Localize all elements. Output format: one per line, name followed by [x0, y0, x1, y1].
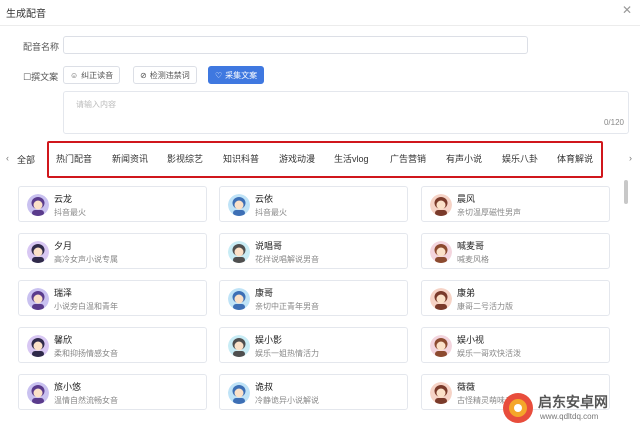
voice-name: 说唱哥: [255, 241, 283, 251]
check-banned-words-button[interactable]: ⊘ 检测违禁词: [133, 66, 197, 84]
watermark-text: 启东安卓网: [538, 394, 608, 410]
voice-description: 冷静诡异小说解说: [255, 396, 319, 405]
tab-sports[interactable]: 体育解说: [557, 152, 593, 165]
voice-name: 娱小影: [255, 335, 283, 345]
voice-description: 抖音最火: [54, 208, 86, 217]
tab-all[interactable]: 全部: [17, 153, 35, 166]
char-counter: 0/120: [603, 118, 624, 127]
voice-card[interactable]: 喊麦哥 喊麦风格: [421, 233, 610, 269]
tab-audiobook[interactable]: 有声小说: [446, 152, 482, 165]
avatar: [228, 382, 250, 404]
tab-news[interactable]: 新闻资讯: [112, 152, 148, 165]
avatar: [27, 335, 49, 357]
voice-name: 康弟: [457, 288, 476, 298]
voice-name: 旅小悠: [54, 382, 82, 392]
voice-name: 康哥: [255, 288, 274, 298]
voice-description: 喊麦风格: [457, 255, 489, 264]
heart-icon: ♡: [215, 70, 223, 80]
voice-card[interactable]: 娱小视娱乐一哥欢快活泼: [421, 327, 610, 363]
voice-card[interactable]: 瑞泽小说旁白温和青年: [18, 280, 207, 316]
voice-description: 高冷女声小说专属: [54, 255, 118, 264]
avatar: [228, 194, 250, 216]
voice-description: 小说旁白温和青年: [54, 302, 118, 311]
scrollbar[interactable]: [624, 180, 628, 204]
tab-science[interactable]: 知识科普: [223, 152, 259, 165]
voice-card[interactable]: 旅小悠温情自然流畅女音: [18, 374, 207, 410]
voice-card[interactable]: 康哥亲切中正青年男音: [219, 280, 408, 316]
voice-name: 瑞泽: [54, 288, 73, 298]
voice-name: 云龙: [54, 194, 73, 204]
voice-name: 诡叔: [255, 382, 274, 392]
avatar: [430, 288, 452, 310]
voice-name: 云依: [255, 194, 274, 204]
chevron-right-icon[interactable]: ›: [629, 153, 632, 163]
voice-name: 薇薇: [457, 382, 476, 392]
voice-description: 康哥二号活力版: [457, 302, 513, 311]
voice-description: 亲切中正青年男音: [255, 302, 319, 311]
avatar: [27, 241, 49, 263]
voice-card[interactable]: 康弟 康哥二号活力版: [421, 280, 610, 316]
tab-hot[interactable]: 热门配音: [56, 152, 92, 165]
voice-card[interactable]: 云龙 抖音最火: [18, 186, 207, 222]
category-tabs: ‹ 全部 热门配音 新闻资讯 影视综艺 知识科普 游戏动漫 生活vlog 广告营…: [0, 140, 640, 178]
watermark-url: www.qdltdq.com: [540, 412, 599, 421]
voice-card[interactable]: 云依 抖音最火: [219, 186, 408, 222]
name-label: 配音名称: [23, 42, 60, 52]
ban-icon: ⊘: [140, 70, 147, 80]
collect-copy-button[interactable]: ♡ 采集文案: [208, 66, 265, 84]
voice-card[interactable]: 娱小影娱乐一姐热情活力: [219, 327, 408, 363]
voice-name: 馨欣: [54, 335, 73, 345]
watermark-logo-icon: [503, 393, 533, 423]
voice-name: 娱小视: [457, 335, 485, 345]
voice-card[interactable]: 诡叔冷静诡异小说解说: [219, 374, 408, 410]
smile-circle-icon: ☺: [70, 70, 79, 80]
avatar: [430, 335, 452, 357]
correct-pronunciation-button[interactable]: ☺ 纠正读音: [63, 66, 121, 84]
avatar: [27, 288, 49, 310]
avatar: [228, 335, 250, 357]
tab-entertainment[interactable]: 娱乐八卦: [502, 152, 538, 165]
avatar: [27, 194, 49, 216]
text-label: ☐撰文案: [23, 72, 59, 82]
content-textarea[interactable]: 请输入内容 0/120: [63, 91, 629, 134]
voice-card[interactable]: 说唱哥花样说唱解说男音: [219, 233, 408, 269]
voice-description: 亲切温厚磁性男声: [457, 208, 521, 217]
watermark: 启东安卓网 www.qdltdq.com: [502, 390, 638, 426]
avatar: [430, 382, 452, 404]
chevron-left-icon[interactable]: ‹: [6, 153, 9, 163]
voice-description: 柔和抑扬情感女音: [54, 349, 118, 358]
voice-name: 喊麦哥: [457, 241, 485, 251]
avatar: [228, 241, 250, 263]
tab-ads[interactable]: 广告营销: [390, 152, 426, 165]
tab-vlog[interactable]: 生活vlog: [334, 152, 369, 165]
tab-games[interactable]: 游戏动漫: [279, 152, 315, 165]
voice-description: 娱乐一哥欢快活泼: [457, 349, 521, 358]
voice-name: 夕月: [54, 241, 73, 251]
avatar: [228, 288, 250, 310]
voice-card[interactable]: 馨欣柔和抑扬情感女音: [18, 327, 207, 363]
name-input[interactable]: [63, 36, 528, 54]
voice-description: 花样说唱解说男音: [255, 255, 319, 264]
avatar: [27, 382, 49, 404]
textarea-placeholder: 请输入内容: [76, 100, 116, 109]
voice-card[interactable]: 晨风亲切温厚磁性男声: [421, 186, 610, 222]
voice-card[interactable]: 夕月高冷女声小说专属: [18, 233, 207, 269]
avatar: [430, 241, 452, 263]
dialog-header: 生成配音 ✕: [0, 0, 640, 26]
voice-name: 晨风: [457, 194, 476, 204]
avatar: [430, 194, 452, 216]
dialog-title: 生成配音: [6, 9, 46, 20]
voice-description: 抖音最火: [255, 208, 287, 217]
voice-description: 娱乐一姐热情活力: [255, 349, 319, 358]
voice-description: 温情自然流畅女音: [54, 396, 118, 405]
tab-film[interactable]: 影视综艺: [167, 152, 203, 165]
close-icon[interactable]: ✕: [622, 3, 632, 17]
